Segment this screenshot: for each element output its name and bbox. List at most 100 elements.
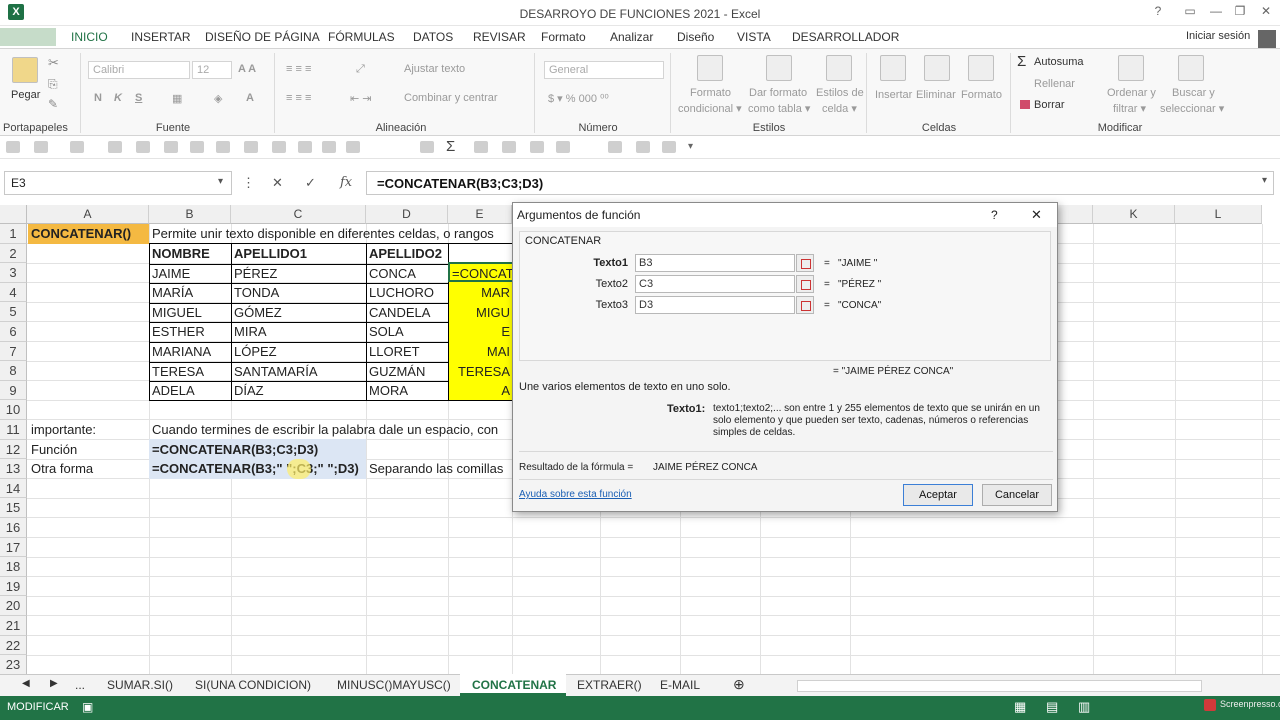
qat-tool-13-icon[interactable] — [502, 141, 516, 153]
paste-button[interactable]: Pegar — [11, 89, 40, 101]
page-layout-icon[interactable]: ▤ — [1046, 699, 1058, 715]
row-header[interactable]: 19 — [0, 576, 27, 597]
arg-input[interactable]: B3 — [635, 254, 795, 272]
table-cell[interactable]: SOLA — [366, 322, 404, 341]
merge-center-button[interactable]: Combinar y centrar — [404, 92, 498, 104]
sheet-tab-minusc[interactable]: MINUSC()MAYUSC() — [337, 678, 451, 692]
horizontal-scrollbar[interactable] — [797, 680, 1202, 692]
copy-icon[interactable]: ⎘ — [48, 77, 58, 92]
qat-tool-12-icon[interactable] — [474, 141, 488, 153]
table-cell[interactable]: LÓPEZ — [231, 342, 277, 361]
collapse-dialog-icon[interactable] — [796, 275, 814, 293]
qat-tool-8-icon[interactable] — [298, 141, 312, 153]
cell-a1[interactable]: CONCATENAR() — [28, 224, 131, 243]
table-cell[interactable]: GUZMÁN — [366, 362, 425, 381]
arg-input[interactable]: C3 — [635, 275, 795, 293]
sheet-tab-email[interactable]: E-MAIL — [660, 678, 700, 692]
cell-a11[interactable]: importante: — [28, 420, 96, 439]
signin-link[interactable]: Iniciar sesión — [1186, 30, 1250, 42]
dialog-close-icon[interactable]: ✕ — [1031, 207, 1042, 223]
table-cell[interactable]: TERESA — [449, 362, 512, 381]
table-cell[interactable]: =CONCAT — [449, 264, 512, 283]
table-cell[interactable]: MARÍA — [149, 283, 193, 302]
table-cell[interactable]: ESTHER — [149, 322, 205, 341]
cancel-entry-icon[interactable]: ✕ — [272, 175, 283, 191]
sheet-tab-sumar-si[interactable]: SUMAR.SI() — [107, 678, 173, 692]
font-grow-icon[interactable]: A A — [238, 63, 256, 75]
qat-tool-17-icon[interactable] — [636, 141, 650, 153]
normal-view-icon[interactable]: ▦ — [1014, 699, 1026, 715]
sort-filter-icon[interactable] — [1118, 55, 1144, 81]
tab-vista[interactable]: VISTA — [737, 30, 771, 44]
sheet-prev-icon[interactable]: ◀ — [22, 678, 30, 689]
namebox-dropdown-icon[interactable]: ▾ — [218, 176, 223, 187]
italic-icon[interactable]: K — [114, 92, 122, 104]
column-header[interactable]: K — [1093, 205, 1175, 224]
dialog-help-icon[interactable]: ? — [991, 208, 998, 222]
paste-icon[interactable] — [12, 57, 38, 83]
format-cells-button[interactable]: Formato — [961, 89, 1002, 101]
table-cell[interactable]: MIGUEL — [149, 303, 202, 322]
row-header[interactable]: 8 — [0, 361, 27, 381]
cell-styles-button[interactable]: celda ▾ — [822, 102, 857, 115]
row-header[interactable]: 2 — [0, 243, 27, 264]
conditional-format-icon[interactable] — [697, 55, 723, 81]
save-icon[interactable] — [6, 141, 20, 153]
table-cell[interactable]: MIGU — [449, 303, 512, 322]
insert-cells-icon[interactable] — [880, 55, 906, 81]
qat-tool-5-icon[interactable] — [216, 141, 230, 153]
fill-color-icon[interactable]: ◈ — [214, 92, 222, 105]
row-header[interactable]: 15 — [0, 498, 27, 518]
row-header[interactable]: 6 — [0, 322, 27, 342]
file-tab[interactable] — [0, 28, 56, 46]
qat-tool-7-icon[interactable] — [272, 141, 286, 153]
table-format-button[interactable]: como tabla ▾ — [748, 102, 810, 115]
qat-tool-6-icon[interactable] — [244, 141, 258, 153]
row-header[interactable]: 18 — [0, 557, 27, 577]
font-name-select[interactable]: Calibri — [88, 61, 190, 79]
table-cell[interactable]: MIRA — [231, 322, 267, 341]
qat-tool-18-icon[interactable] — [662, 141, 676, 153]
collapse-dialog-icon[interactable] — [796, 296, 814, 314]
table-cell[interactable]: SANTAMARÍA — [231, 362, 318, 381]
delete-cells-icon[interactable] — [924, 55, 950, 81]
cell-a12[interactable]: Función — [28, 440, 77, 459]
table-cell[interactable]: MAR — [449, 283, 512, 302]
cell-b1[interactable]: Permite unir texto disponible en diferen… — [149, 224, 494, 243]
fill-button[interactable]: Rellenar — [1034, 78, 1075, 90]
column-header[interactable]: D — [366, 205, 448, 224]
row-header[interactable]: 12 — [0, 439, 27, 460]
number-format-select[interactable]: General — [544, 61, 664, 79]
ok-button[interactable]: Aceptar — [903, 484, 973, 506]
column-header[interactable]: C — [231, 205, 366, 224]
tab-insertar[interactable]: INSERTAR — [131, 30, 191, 44]
table-cell[interactable]: TONDA — [231, 283, 279, 302]
qat-tool-14-icon[interactable] — [530, 141, 544, 153]
row-header[interactable]: 17 — [0, 537, 27, 558]
sheet-tab-concatenar[interactable]: CONCATENAR — [472, 678, 556, 692]
sheet-more[interactable]: ... — [75, 678, 85, 692]
insert-function-icon[interactable]: fx — [340, 175, 352, 190]
customize-qat-icon[interactable]: ▾ — [688, 141, 693, 152]
row-header[interactable]: 7 — [0, 341, 27, 362]
cancel-button[interactable]: Cancelar — [982, 484, 1052, 506]
row-header[interactable]: 14 — [0, 478, 27, 499]
table-cell[interactable]: A — [449, 381, 512, 400]
currency-icon[interactable]: $ ▾ % 000 ⁰⁰ — [548, 92, 609, 105]
header-apellido2[interactable]: APELLIDO2 — [366, 244, 442, 263]
font-color-icon[interactable]: A — [246, 92, 254, 104]
column-header[interactable]: B — [149, 205, 231, 224]
cell-b13[interactable]: =CONCATENAR(B3;" ";C3;" ";D3) — [149, 459, 359, 478]
header-apellido1[interactable]: APELLIDO1 — [231, 244, 307, 263]
cell-b12[interactable]: =CONCATENAR(B3;C3;D3) — [149, 440, 318, 459]
autosum-button[interactable]: Autosuma — [1034, 56, 1084, 68]
indent-icon[interactable]: ⇤ ⇥ — [350, 92, 372, 105]
page-break-icon[interactable]: ▥ — [1078, 699, 1090, 715]
row-header[interactable]: 13 — [0, 459, 27, 479]
collapse-dialog-icon[interactable] — [796, 254, 814, 272]
column-header[interactable]: L — [1175, 205, 1262, 224]
help-icon[interactable]: ? — [1148, 4, 1168, 20]
row-header[interactable]: 1 — [0, 224, 27, 244]
row-header[interactable]: 11 — [0, 420, 27, 440]
qat-tool-1-icon[interactable] — [108, 141, 122, 153]
